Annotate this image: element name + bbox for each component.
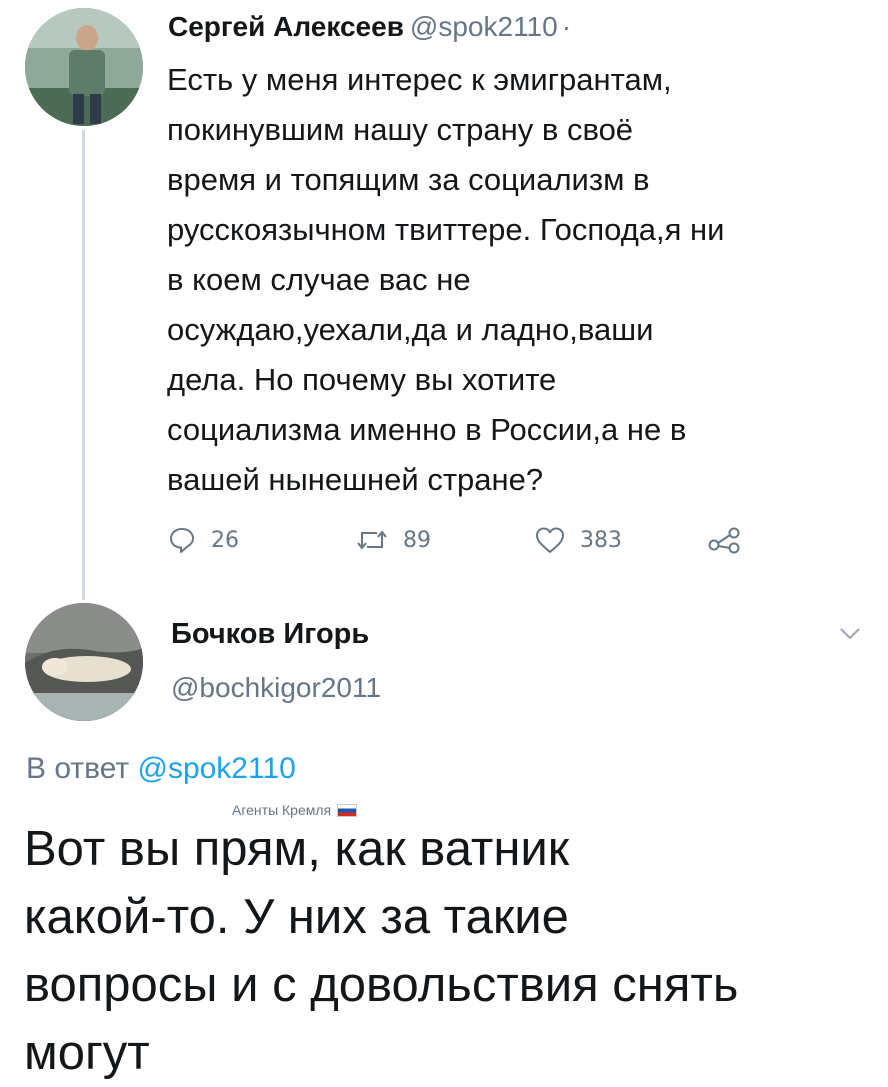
reply-prefix: В ответ <box>26 752 130 785</box>
author-handle[interactable]: @bochkigor2011 <box>171 672 381 704</box>
heart-icon <box>534 525 566 555</box>
avatar-igor[interactable] <box>25 603 143 721</box>
share-button[interactable] <box>707 520 743 560</box>
header-separator: · <box>561 11 572 42</box>
author-name[interactable]: Сергей Алексеев <box>168 11 404 42</box>
tweet-text-line: социализма именно в России,а не в <box>167 412 687 447</box>
author-name[interactable]: Бочков Игорь <box>171 618 369 651</box>
like-count: 383 <box>580 527 622 553</box>
share-icon <box>707 525 743 555</box>
retweet-icon <box>355 525 389 555</box>
tweet-text-line: время и топящим за социализм в <box>167 162 650 197</box>
like-button[interactable]: 383 <box>534 520 622 560</box>
tweet-text-line: Вот вы прям, как ватник <box>24 822 570 876</box>
tweet-text-line: могут <box>24 1026 150 1080</box>
tweet-text-line: осуждаю,уехали,да и ладно,ваши <box>167 312 654 347</box>
tweet-menu-button[interactable] <box>838 626 862 642</box>
reply-mention-link[interactable]: @spok2110 <box>137 752 295 785</box>
retweet-button[interactable]: 89 <box>355 520 431 560</box>
avatar-photo <box>25 603 143 721</box>
tweet2-body: Вот вы прям, как ватник какой-то. У них … <box>24 815 874 1087</box>
tweet-text-line: какой-то. У них за такие <box>24 890 569 944</box>
reply-context: В ответ @spok2110 <box>26 752 296 786</box>
retweet-count: 89 <box>403 527 431 553</box>
avatar-photo <box>25 8 143 126</box>
avatar-sergey[interactable] <box>25 8 143 126</box>
author-handle[interactable]: @spok2110 <box>410 11 558 42</box>
tweet-text-line: Есть у меня интерес к эмигрантам, <box>167 62 672 97</box>
tweet1-header: Сергей Алексеев @spok2110 · <box>168 10 571 44</box>
tweet1-body: Есть у меня интерес к эмигрантам, покину… <box>167 55 867 505</box>
tweet-text-line: в коем случае вас не <box>167 262 471 297</box>
chevron-down-icon <box>838 628 862 646</box>
reply-icon <box>167 525 197 555</box>
reply-button[interactable]: 26 <box>167 520 239 560</box>
reply-count: 26 <box>211 527 239 553</box>
tweet-text-line: вашей нынешней стране? <box>167 462 544 497</box>
tweet-text-line: дела. Но почему вы хотите <box>167 362 557 397</box>
tweet-text-line: русскоязычном твиттере. Господа,я ни <box>167 212 725 247</box>
tweet-text-line: вопросы и с довольствия снять <box>24 958 739 1012</box>
tweet1-actions: 26 89 383 <box>0 520 888 560</box>
tweet-text-line: покинувшим нашу страну в своё <box>167 112 634 147</box>
